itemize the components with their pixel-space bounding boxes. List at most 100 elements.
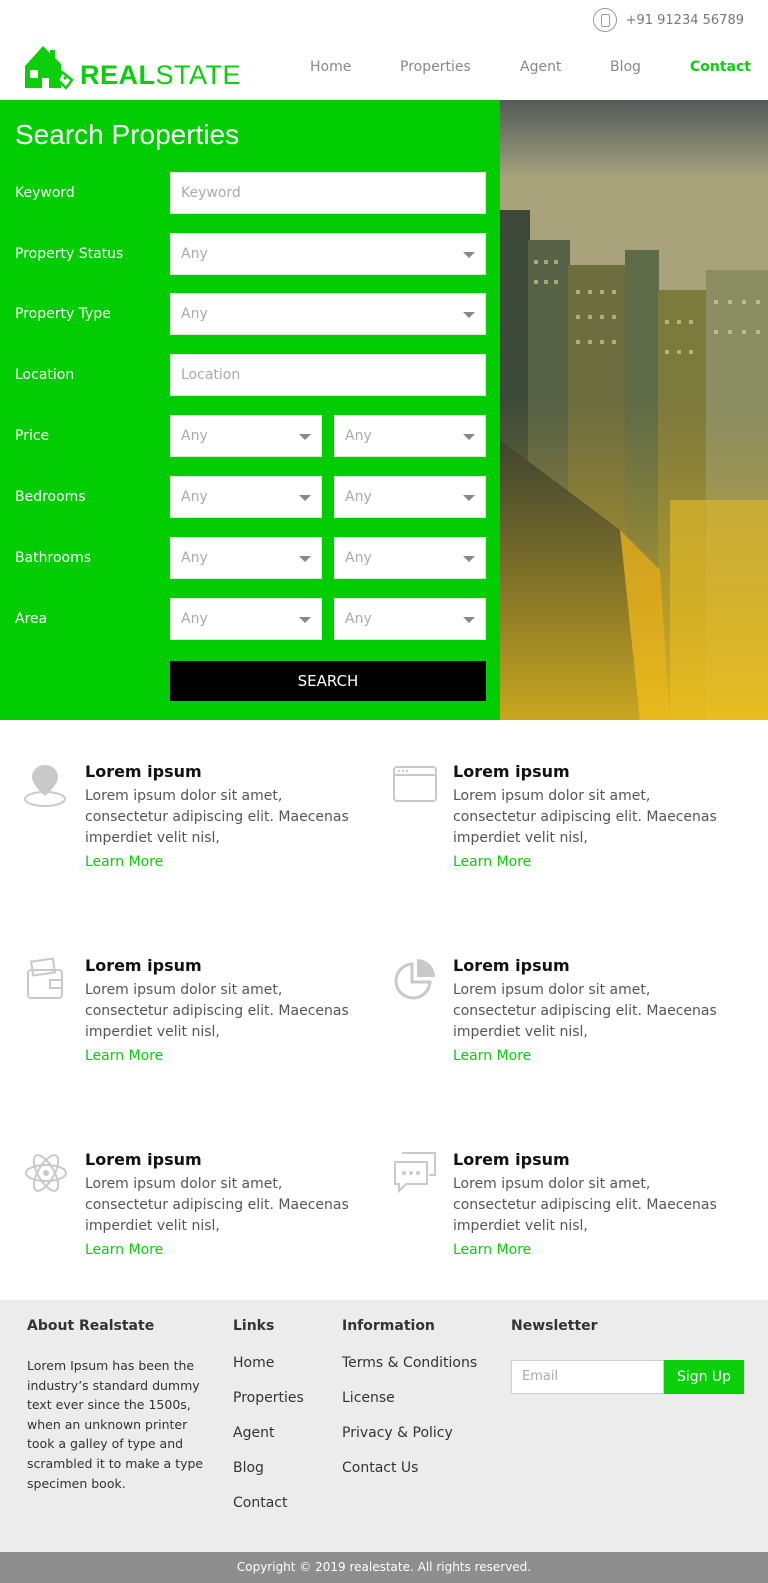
feature-text: Lorem ipsum dolor sit amet, consectetur … (85, 788, 349, 846)
newsletter-email-input[interactable]: Email (511, 1360, 664, 1394)
learn-more-link[interactable]: Learn More (453, 1048, 531, 1064)
bedrooms-max-value: Any (345, 489, 372, 505)
area-min-value: Any (181, 611, 208, 627)
site-footer: About Realstate Lorem Ipsum has been the… (0, 1300, 768, 1552)
area-row: Area Any Any (15, 598, 486, 640)
bathrooms-min-select[interactable]: Any (170, 537, 322, 579)
nav-properties[interactable]: Properties (400, 57, 471, 77)
search-button[interactable]: SEARCH (170, 661, 486, 701)
bedrooms-min-value: Any (181, 489, 208, 505)
feature-title: Lorem ipsum (453, 762, 570, 781)
bedrooms-label: Bedrooms (15, 489, 86, 505)
bathrooms-row: Bathrooms Any Any (15, 537, 486, 579)
nav-home[interactable]: Home (310, 57, 351, 77)
type-label: Property Type (15, 306, 111, 322)
footer-links: Links Home Properties Agent Blog Contact (233, 1318, 304, 1521)
search-panel: Search Properties Keyword Keyword Proper… (0, 100, 500, 720)
footer-link-contact[interactable]: Contact (233, 1486, 304, 1521)
keyword-row: Keyword Keyword (15, 172, 486, 214)
atom-icon (25, 1154, 67, 1192)
copyright-bar: Copyright © 2019 realestate. All rights … (0, 1552, 768, 1583)
price-max-value: Any (345, 428, 372, 444)
bedrooms-min-select[interactable]: Any (170, 476, 322, 518)
feature-title: Lorem ipsum (453, 1150, 570, 1169)
feature-text: Lorem ipsum dolor sit amet, consectetur … (453, 1176, 717, 1234)
nav-contact[interactable]: Contact (690, 57, 751, 77)
chevron-down-icon (299, 556, 311, 562)
footer-link-agent[interactable]: Agent (233, 1416, 304, 1451)
top-bar: +91 91234 56789 (0, 0, 768, 36)
footer-about-title: About Realstate (27, 1318, 155, 1334)
learn-more-link[interactable]: Learn More (453, 1242, 531, 1258)
hero-section: Search Properties Keyword Keyword Proper… (0, 100, 768, 720)
map-pin-icon (24, 765, 66, 807)
browser-window-icon (393, 766, 437, 802)
area-max-select[interactable]: Any (334, 598, 486, 640)
city-skyline-photo (500, 100, 768, 720)
area-min-select[interactable]: Any (170, 598, 322, 640)
footer-link-blog[interactable]: Blog (233, 1451, 304, 1486)
feature-text: Lorem ipsum dolor sit amet, consectetur … (85, 1176, 349, 1234)
footer-link-home[interactable]: Home (233, 1346, 304, 1381)
keyword-input[interactable]: Keyword (170, 172, 486, 214)
bedrooms-row: Bedrooms Any Any (15, 476, 486, 518)
features-section: Lorem ipsum Lorem ipsum dolor sit amet, … (0, 720, 768, 1299)
chat-bubbles-icon (394, 1152, 436, 1194)
chevron-down-icon (299, 495, 311, 501)
learn-more-link[interactable]: Learn More (85, 1048, 163, 1064)
bathrooms-min-value: Any (181, 550, 208, 566)
footer-link-privacy[interactable]: Privacy & Policy (342, 1416, 477, 1451)
area-label: Area (15, 611, 48, 627)
bedrooms-max-select[interactable]: Any (334, 476, 486, 518)
bathrooms-max-select[interactable]: Any (334, 537, 486, 579)
footer-link-contact-us[interactable]: Contact Us (342, 1451, 477, 1486)
nav-blog[interactable]: Blog (610, 57, 641, 77)
footer-link-properties[interactable]: Properties (233, 1381, 304, 1416)
chevron-down-icon (463, 495, 475, 501)
price-label: Price (15, 428, 50, 444)
location-input[interactable]: Location (170, 354, 486, 396)
footer-info-title: Information (342, 1318, 435, 1334)
area-max-value: Any (345, 611, 372, 627)
feature-title: Lorem ipsum (85, 762, 202, 781)
phone-number: +91 91234 56789 (625, 12, 744, 28)
chevron-down-icon (463, 556, 475, 562)
status-value: Any (181, 246, 208, 262)
feature-text: Lorem ipsum dolor sit amet, consectetur … (85, 982, 349, 1040)
feature-text: Lorem ipsum dolor sit amet, consectetur … (453, 982, 717, 1040)
feature-title: Lorem ipsum (453, 956, 570, 975)
chevron-down-icon (463, 434, 475, 440)
chevron-down-icon (463, 312, 475, 318)
footer-links-title: Links (233, 1318, 275, 1334)
newsletter-signup-button[interactable]: Sign Up (664, 1360, 744, 1394)
status-row: Property Status Any (15, 233, 486, 275)
city-buildings-illustration (500, 100, 768, 720)
status-select[interactable]: Any (170, 233, 486, 275)
chevron-down-icon (463, 252, 475, 258)
search-title: Search Properties (15, 119, 240, 150)
location-label: Location (15, 367, 75, 383)
footer-about: About Realstate Lorem Ipsum has been the… (27, 1318, 207, 1493)
footer-link-license[interactable]: License (342, 1381, 477, 1416)
type-row: Property Type Any (15, 293, 486, 335)
footer-newsletter: Newsletter Email Sign Up (511, 1318, 744, 1408)
learn-more-link[interactable]: Learn More (85, 854, 163, 870)
location-row: Location Location (15, 354, 486, 396)
footer-newsletter-title: Newsletter (511, 1318, 598, 1334)
type-select[interactable]: Any (170, 293, 486, 335)
bathrooms-label: Bathrooms (15, 550, 92, 566)
type-value: Any (181, 306, 208, 322)
learn-more-link[interactable]: Learn More (85, 1242, 163, 1258)
price-max-select[interactable]: Any (334, 415, 486, 457)
footer-link-terms[interactable]: Terms & Conditions (342, 1346, 477, 1381)
feature-text: Lorem ipsum dolor sit amet, consectetur … (453, 788, 717, 846)
chevron-down-icon (463, 617, 475, 623)
learn-more-link[interactable]: Learn More (453, 854, 531, 870)
phone-icon (592, 8, 617, 32)
nav-agent[interactable]: Agent (520, 57, 561, 77)
chevron-down-icon (299, 434, 311, 440)
wallet-icon (27, 957, 63, 999)
price-min-select[interactable]: Any (170, 415, 322, 457)
site-header: REAL STATE Home Properties Agent Blog Con… (0, 36, 768, 100)
phone-contact[interactable]: +91 91234 56789 (592, 8, 744, 32)
